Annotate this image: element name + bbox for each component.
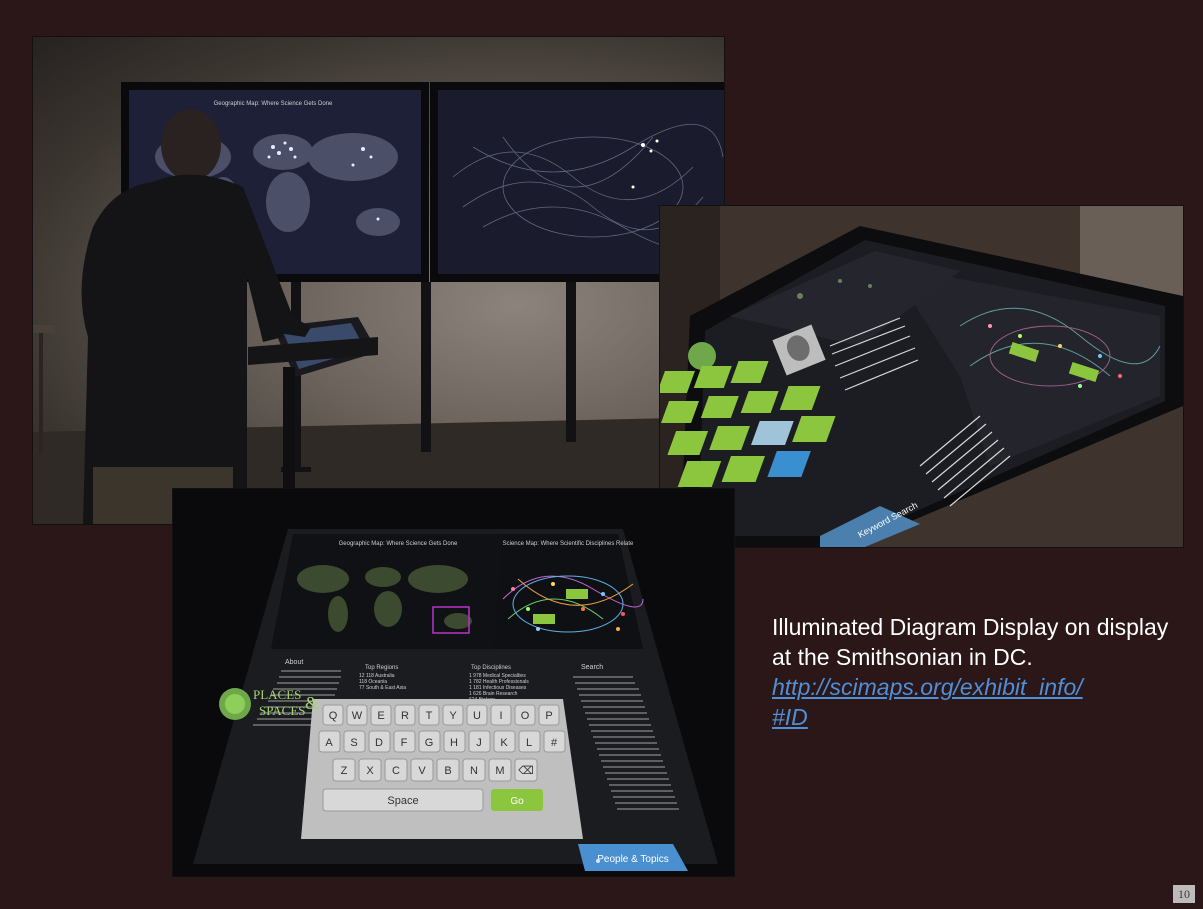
svg-text:#: # [551,737,558,749]
svg-text:Y: Y [449,710,457,722]
slide: Geographic Map: Where Science Gets Done [0,0,1203,909]
svg-text:O: O [521,710,530,722]
svg-text:V: V [418,765,426,777]
svg-text:F: F [401,737,408,749]
svg-text:P: P [545,710,552,722]
svg-text:W: W [352,710,363,722]
svg-text:U: U [473,710,481,722]
svg-text:N: N [470,765,478,777]
touch-table-angled-photo: Keyword Search [660,206,1183,547]
room-scene: Geographic Map: Where Science Gets Done [33,82,724,524]
about-label: About [285,659,303,666]
svg-text:X: X [366,765,374,777]
go-key-label: Go [510,796,524,807]
svg-text:H: H [450,737,458,749]
geo-map-title: Geographic Map: Where Science Gets Done [339,541,458,547]
top-regions-label: Top Regions [365,665,398,671]
touch-table-closeup-photo: Geographic Map: Where Science Gets Done … [173,489,734,876]
search-label: Search [581,664,603,671]
caption-text: Illuminated Diagram Display on display a… [772,614,1169,670]
exhibit-room-photo: Geographic Map: Where Science Gets Done [33,37,724,524]
top-region-3: 77 South & East Asia [359,685,406,691]
svg-text:B: B [444,765,451,777]
svg-text:K: K [500,737,508,749]
logo-text-places: PLACES [253,687,301,702]
space-key-label: Space [387,795,418,807]
svg-text:E: E [377,710,384,722]
people-topics-label: People & Topics [597,854,669,865]
touch-table-closeup-scene: Geographic Map: Where Science Gets Done … [173,489,734,876]
svg-text:Geographic Map: Where Science: Geographic Map: Where Science Gets Done [214,101,333,107]
slide-number: 10 [1173,885,1195,903]
logo-text-spaces: SPACES [259,703,306,718]
touch-table-angled-scene: Keyword Search [660,206,1183,547]
caption: Illuminated Diagram Display on display a… [772,612,1192,732]
svg-text:T: T [426,710,433,722]
exhibit-link-line-1[interactable]: http://scimaps.org/exhibit_info/ [772,672,1192,702]
svg-text:Z: Z [341,765,348,777]
svg-text:D: D [375,737,383,749]
svg-text:⌫: ⌫ [518,765,534,777]
svg-text:Q: Q [329,710,338,722]
svg-text:C: C [392,765,400,777]
svg-text:L: L [526,737,532,749]
svg-text:A: A [325,737,333,749]
svg-text:I: I [499,710,502,722]
exhibit-link-line-2[interactable]: #ID [772,702,1192,732]
svg-text:S: S [350,737,357,749]
svg-text:G: G [425,737,434,749]
svg-text:R: R [401,710,409,722]
svg-text:J: J [476,737,482,749]
science-map-title: Science Map: Where Scientific Discipline… [503,541,634,547]
logo-text-amp: & [305,693,319,713]
svg-text:M: M [495,765,504,777]
top-disciplines-label: Top Disciplines [471,665,511,671]
